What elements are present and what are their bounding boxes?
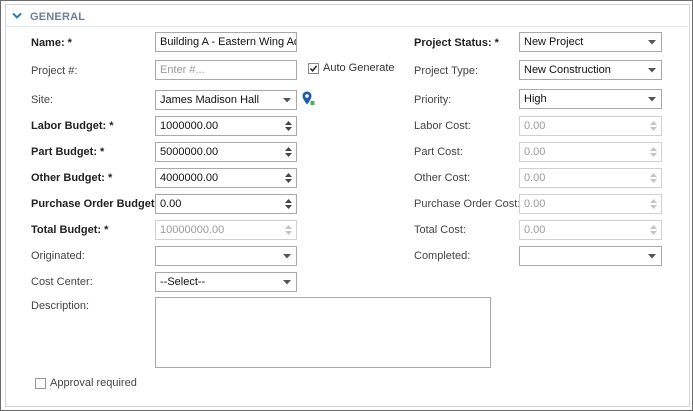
labor-budget-label: Labor Budget: * [31,120,114,132]
part-cost-input: 0.00 [519,142,662,162]
spinner-icon [645,221,661,239]
po-cost-input: 0.00 [519,194,662,214]
spinner-icon[interactable] [280,195,296,213]
part-cost-label: Part Cost: [414,146,463,158]
spinner-icon[interactable] [280,169,296,187]
po-budget-label: Purchase Order Budget: * [31,198,166,210]
completed-label: Completed: [414,250,471,262]
originated-select[interactable] [155,246,297,266]
caret-down-icon [643,247,661,265]
project-status-select[interactable]: New Project [519,32,662,52]
approval-required-checkbox[interactable] [35,378,46,389]
spinner-icon [280,221,296,239]
caret-down-icon [643,61,661,79]
caret-down-icon [643,90,661,108]
labor-cost-label: Labor Cost: [414,120,471,132]
labor-budget-input[interactable]: 1000000.00 [155,116,297,136]
cost-center-label: Cost Center: [31,276,93,288]
check-icon [309,65,318,72]
auto-generate-checkbox[interactable] [308,63,319,74]
spinner-icon[interactable] [280,143,296,161]
section-title: GENERAL [30,11,86,23]
priority-label: Priority: [414,94,452,106]
project-status-label: Project Status: * [414,37,499,49]
completed-select[interactable] [519,246,662,266]
part-budget-input[interactable]: 5000000.00 [155,142,297,162]
description-label: Description: [31,300,90,312]
spinner-icon [645,143,661,161]
po-budget-input[interactable]: 0.00 [155,194,297,214]
approval-required-label[interactable]: Approval required [50,377,137,389]
caret-down-icon [643,33,661,51]
other-cost-input: 0.00 [519,168,662,188]
spinner-icon[interactable] [280,117,296,135]
chevron-down-icon[interactable] [12,11,22,23]
divider [5,26,688,27]
originated-label: Originated: [31,250,85,262]
project-type-label: Project Type: [414,65,478,77]
other-budget-label: Other Budget: * [31,172,113,184]
project-number-input[interactable]: Enter #... [155,60,297,80]
project-number-placeholder: Enter #... [160,64,205,76]
other-budget-input[interactable]: 4000000.00 [155,168,297,188]
auto-generate-label[interactable]: Auto Generate [323,62,395,74]
other-cost-label: Other Cost: [414,172,471,184]
name-label: Name: * [31,37,72,49]
total-cost-label: Total Cost: [414,224,466,236]
project-type-select[interactable]: New Construction [519,60,662,80]
spinner-icon [645,117,661,135]
section-header-general[interactable]: GENERAL [12,10,85,24]
po-cost-label: Purchase Order Cost: [414,198,521,210]
caret-down-icon [278,273,296,291]
name-input[interactable]: Building A - Eastern Wing Addi [155,32,297,52]
spinner-icon [645,169,661,187]
total-budget-input: 10000000.00 [155,220,297,240]
site-select[interactable]: James Madison Hall [155,90,297,110]
project-number-label: Project #: [31,65,78,77]
site-label: Site: [31,94,54,106]
caret-down-icon [278,247,296,265]
labor-cost-input: 0.00 [519,116,662,136]
total-cost-input: 0.00 [519,220,662,240]
total-budget-label: Total Budget: * [31,224,109,236]
part-budget-label: Part Budget: * [31,146,105,158]
map-pin-icon[interactable] [302,91,315,110]
spinner-icon [645,195,661,213]
description-textarea[interactable] [155,297,491,368]
caret-down-icon [278,91,296,109]
priority-select[interactable]: High [519,89,662,109]
cost-center-select[interactable]: --Select-- [155,272,297,292]
